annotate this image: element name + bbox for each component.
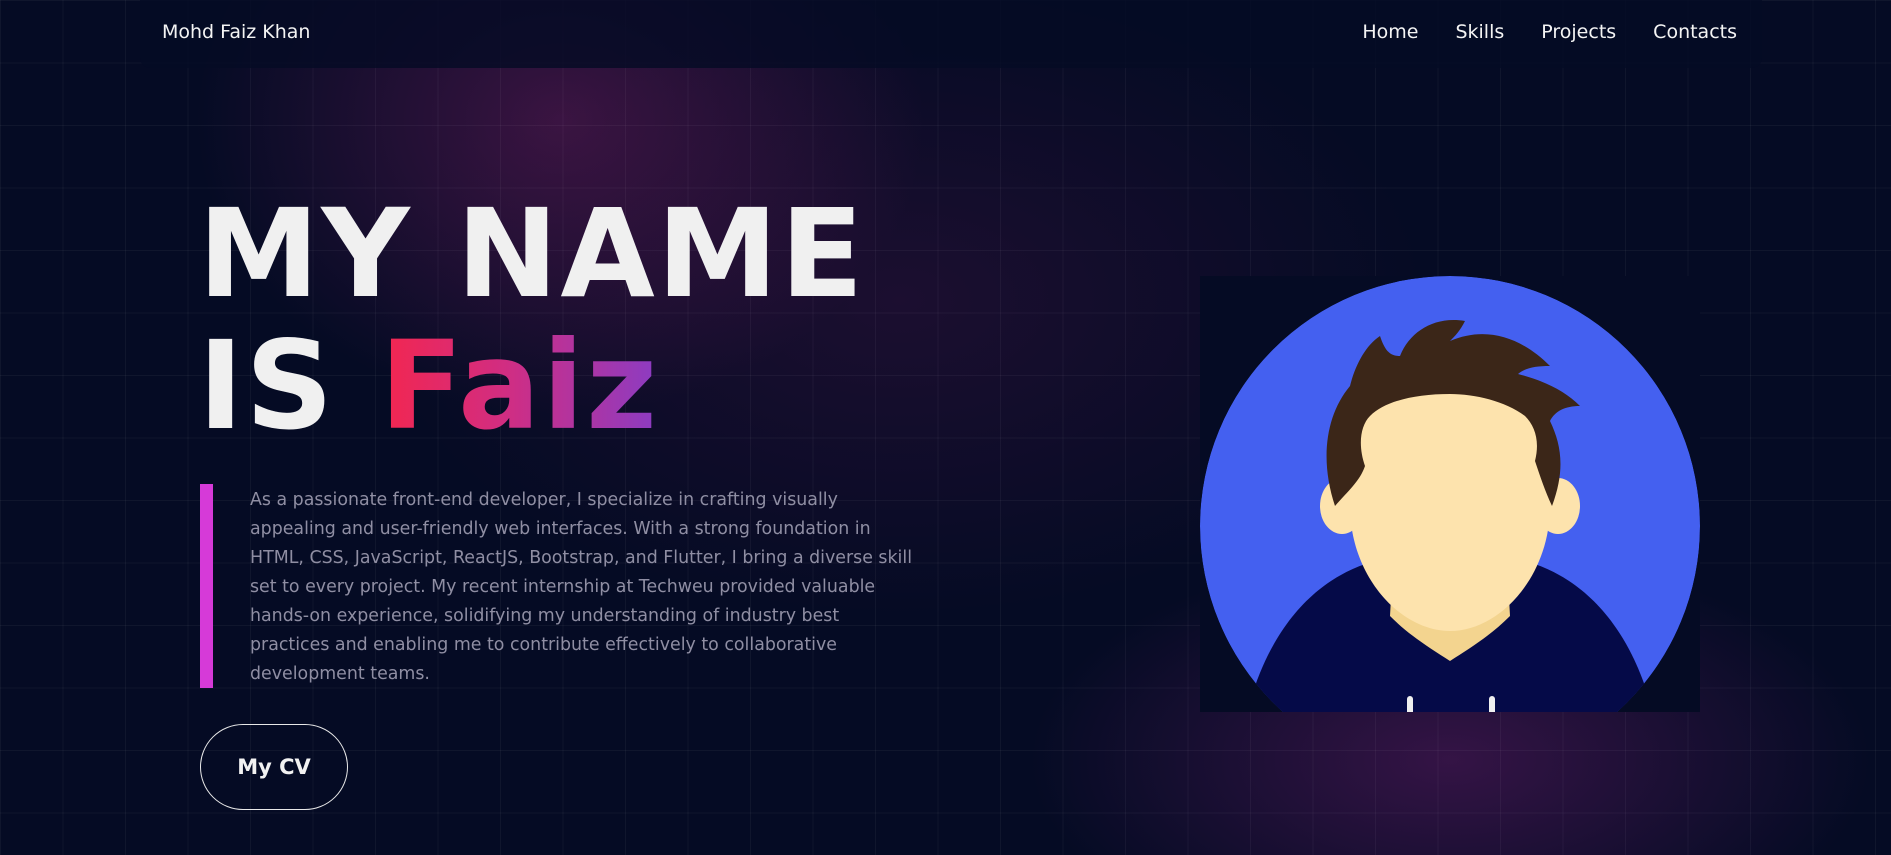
user-avatar-icon: [1200, 276, 1700, 712]
nav-link-projects[interactable]: Projects: [1541, 21, 1616, 43]
hero-title-is: IS: [198, 315, 336, 457]
hero-title: MY NAME IS Faiz: [198, 188, 866, 452]
hero-title-line-2: IS Faiz: [198, 320, 866, 452]
nav-link-contacts[interactable]: Contacts: [1653, 21, 1737, 43]
nav-links: Home Skills Projects Contacts: [1362, 21, 1737, 43]
avatar: [1200, 276, 1700, 712]
nav-link-skills[interactable]: Skills: [1455, 21, 1504, 43]
bio-block: As a passionate front-end developer, I s…: [200, 484, 920, 688]
hero-title-line-1: MY NAME: [198, 183, 866, 325]
nav-link-home[interactable]: Home: [1362, 21, 1418, 43]
bio-accent-bar: [200, 484, 213, 688]
bio-text: As a passionate front-end developer, I s…: [250, 490, 913, 684]
brand-name[interactable]: Mohd Faiz Khan: [162, 21, 310, 43]
hero-title-name: Faiz: [379, 315, 660, 457]
my-cv-button[interactable]: My CV: [200, 724, 348, 810]
